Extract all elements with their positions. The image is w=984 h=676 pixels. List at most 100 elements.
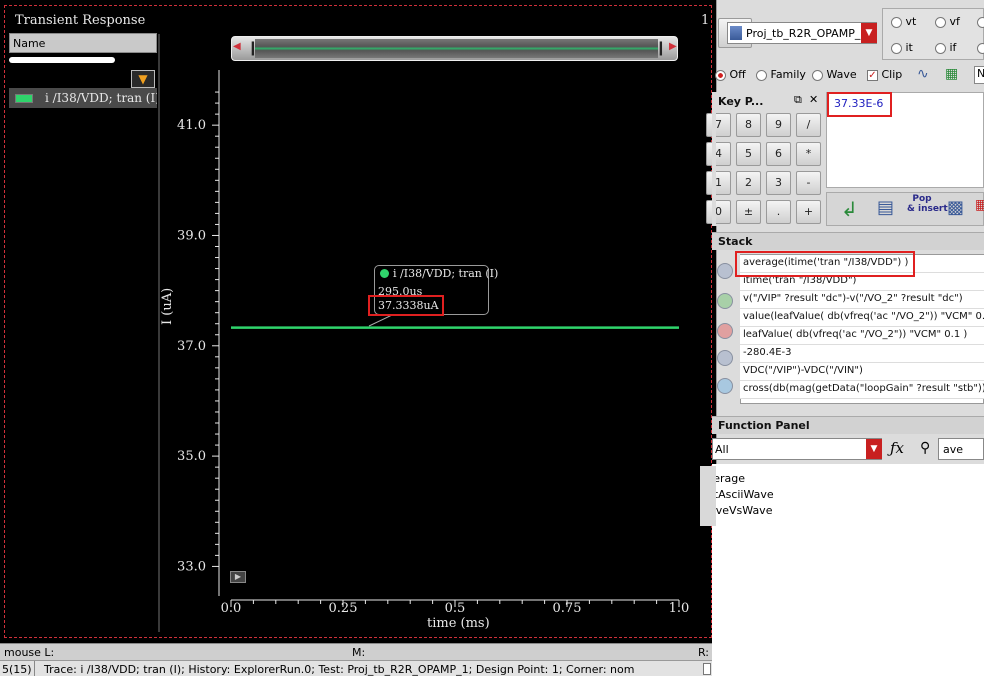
- y-tick-label: 37.0: [177, 339, 206, 354]
- marker-trace-dot: [380, 269, 389, 278]
- search-icon: ⚲: [920, 440, 931, 456]
- stack-delete-icon[interactable]: [717, 323, 733, 339]
- stack-push-side-icon[interactable]: [717, 293, 733, 309]
- stack-title: Stack: [718, 235, 753, 248]
- keypad-key[interactable]: -: [796, 171, 821, 195]
- radio-off[interactable]: Off: [715, 68, 746, 81]
- radio-more-2[interactable]: [977, 41, 984, 54]
- keypad-key[interactable]: +: [796, 200, 821, 224]
- clip-checkbox[interactable]: ✓ Clip: [867, 68, 902, 81]
- trace-status-bar: 5(15) Trace: i /I38/VDD; tran (I); Histo…: [0, 660, 716, 676]
- table-icon[interactable]: ▦: [945, 66, 967, 84]
- stack-up-icon[interactable]: [717, 263, 733, 279]
- mode-row: Off Family Wave ✓ Clip ∿ ▦ N: [712, 66, 984, 86]
- radio-wave-label: Wave: [826, 68, 857, 81]
- close-icon[interactable]: ✕: [809, 93, 818, 106]
- keypad-clip-edge: [712, 92, 716, 226]
- undock-icon[interactable]: ⧉: [794, 93, 802, 107]
- radio-it[interactable]: it: [891, 41, 913, 54]
- y-tick-label: 41.0: [177, 118, 206, 133]
- radio-off-label: Off: [729, 68, 746, 81]
- function-search-input[interactable]: ave: [938, 438, 984, 460]
- stack-exchange-icon[interactable]: [717, 378, 733, 394]
- waveform-plot[interactable]: 41.039.037.035.033.00.0 0.25 0.5 0.75 1.0: [0, 0, 716, 643]
- radio-if-label: if: [949, 41, 957, 54]
- stack-swap-icon[interactable]: ▩: [947, 197, 971, 221]
- enter-icon[interactable]: ↲: [841, 197, 865, 221]
- status-scroll-icon[interactable]: [703, 663, 711, 675]
- keypad-key[interactable]: 3: [766, 171, 791, 195]
- keypad-key[interactable]: *: [796, 142, 821, 166]
- keypad-key[interactable]: 1: [706, 171, 731, 195]
- function-filter-select[interactable]: All ▼: [712, 438, 882, 460]
- function-panel-title: Function Panel: [718, 419, 810, 432]
- radio-vf-label: vf: [949, 15, 960, 28]
- stack-push-icon[interactable]: ▤: [877, 197, 901, 221]
- radio-if[interactable]: if: [935, 41, 956, 54]
- function-panel-header: Function Panel: [712, 416, 984, 434]
- keypad-title: Key P...: [718, 95, 764, 108]
- pop-insert-button[interactable]: Pop & insert: [907, 194, 948, 224]
- marker-value: 37.3338uA: [378, 299, 439, 312]
- keypad-key[interactable]: 2: [736, 171, 761, 195]
- stack-item[interactable]: value(leafValue( db(vfreq('ac "/VO_2")) …: [740, 309, 984, 327]
- n-input[interactable]: N: [974, 66, 984, 84]
- keypad-key[interactable]: 8: [736, 113, 761, 137]
- function-list-item[interactable]: getAsciiWave: [700, 488, 820, 501]
- test-select[interactable]: Proj_tb_R2R_OPAMP_1 ▼: [727, 22, 877, 44]
- radio-family[interactable]: Family: [756, 68, 806, 81]
- waveform-icon[interactable]: ∿: [917, 66, 939, 84]
- radio-wave[interactable]: Wave: [812, 68, 857, 81]
- clip-label: Clip: [881, 68, 903, 81]
- keypad-key[interactable]: .: [766, 200, 791, 224]
- y-tick-label: 39.0: [177, 228, 206, 243]
- function-list-item[interactable]: waveVsWave: [700, 504, 820, 517]
- chevron-down-icon[interactable]: ▼: [861, 23, 877, 43]
- stack-item[interactable]: VDC("/VIP")-VDC("/VIN"): [740, 363, 984, 381]
- stack-item-highlight: [735, 251, 915, 277]
- x-tick-label: 0.0: [221, 601, 242, 616]
- stack-down-icon[interactable]: [717, 350, 733, 366]
- keypad-key[interactable]: ±: [736, 200, 761, 224]
- fx-icon[interactable]: ƒx: [890, 439, 904, 457]
- test-select-value: Proj_tb_R2R_OPAMP_1: [746, 27, 868, 40]
- keypad-key[interactable]: /: [796, 113, 821, 137]
- radio-it-label: it: [905, 41, 913, 54]
- buffer-toolbar: ↲ ▤ Pop & insert ▩ ▦: [826, 192, 984, 226]
- radio-vt[interactable]: vt: [891, 15, 916, 28]
- play-icon[interactable]: ▶: [230, 571, 246, 583]
- stack-item[interactable]: cross(db(mag(getData("loopGain" ?result …: [740, 381, 984, 399]
- clear-icon[interactable]: ▦: [975, 197, 984, 221]
- status-trace-info: Trace: i /I38/VDD; tran (I); History: Ex…: [44, 663, 635, 676]
- function-list-item[interactable]: average: [700, 472, 820, 485]
- stack-item[interactable]: v("/VIP" ?result "dc")-v("/VO_2" ?result…: [740, 291, 984, 309]
- x-tick-label: 1.0: [669, 601, 690, 616]
- keypad-key[interactable]: 9: [766, 113, 791, 137]
- keypad-key[interactable]: 4: [706, 142, 731, 166]
- marker-leader-line: [368, 314, 393, 327]
- check-icon: ✓: [867, 69, 878, 81]
- keypad-key[interactable]: 5: [736, 142, 761, 166]
- mouse-right-status: R:: [698, 646, 710, 659]
- radio-vf[interactable]: vf: [935, 15, 960, 28]
- y-axis-label: I (uA): [160, 287, 175, 325]
- test-icon: [730, 26, 742, 40]
- chevron-down-icon[interactable]: ▼: [866, 439, 882, 459]
- mouse-middle-status: M:: [352, 646, 366, 659]
- mouse-status-bar: mouse L: M: R:: [0, 643, 716, 660]
- y-tick-label: 35.0: [177, 449, 206, 464]
- marker-trace-name: i /I38/VDD; tran (I): [393, 267, 499, 280]
- x-axis-label: time (ms): [427, 616, 490, 631]
- stack-header: Stack: [712, 232, 984, 250]
- radio-more-1[interactable]: [977, 15, 984, 28]
- y-tick-label: 33.0: [177, 559, 206, 574]
- stack-item[interactable]: leafValue( db(vfreq('ac "/VO_2")) "VCM" …: [740, 327, 984, 345]
- stack-item[interactable]: -280.4E-3: [740, 345, 984, 363]
- keypad-key[interactable]: 0: [706, 200, 731, 224]
- radio-family-label: Family: [770, 68, 806, 81]
- signal-type-group: vt vf it if: [882, 8, 984, 60]
- keypad-key[interactable]: 6: [766, 142, 791, 166]
- keypad-key[interactable]: 7: [706, 113, 731, 137]
- mouse-left-status: mouse L:: [4, 646, 55, 659]
- status-divider: [34, 661, 35, 676]
